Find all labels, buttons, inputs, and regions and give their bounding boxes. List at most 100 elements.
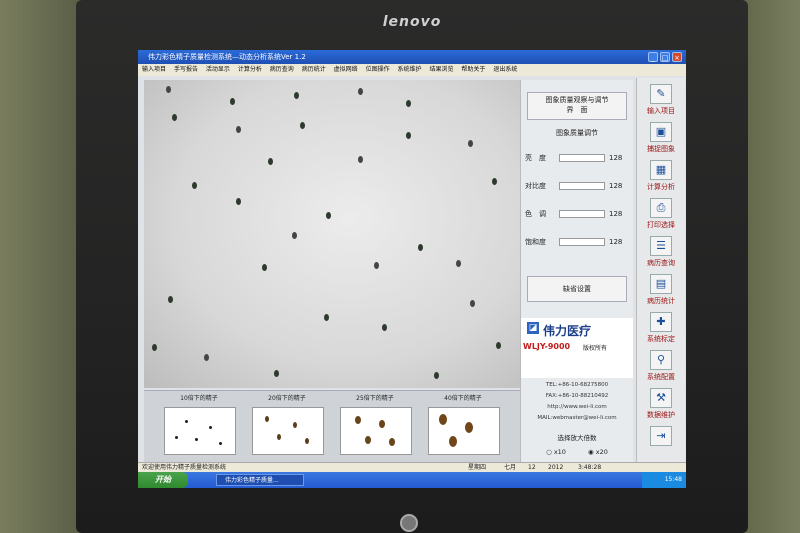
sperm-cell xyxy=(456,260,461,267)
thumbnail-image xyxy=(164,407,236,455)
panel-header: 图象质量观察与调节 界 面 xyxy=(527,92,627,120)
saturation-control[interactable]: 饱和度 128 xyxy=(525,234,629,250)
thumbnail-label: 10倍下的精子 xyxy=(180,395,218,402)
image-quality-panel: 图象质量观察与调节 界 面 图象质量调节 亮 度 128 对比度 128 色 调… xyxy=(520,80,633,462)
default-settings-button[interactable]: 缺省设置 xyxy=(527,276,627,302)
sperm-cell xyxy=(236,126,241,133)
zoom-selector: 选择放大倍数 ○ x10 ◉ x20 xyxy=(521,432,633,456)
hue-slider[interactable] xyxy=(559,210,605,218)
menu-bitmap[interactable]: 位图操作 xyxy=(366,66,390,73)
contact-info: TEL:+86-10-68275800 FAX:+86-10-88210492 … xyxy=(521,380,633,424)
sperm-cell xyxy=(406,100,411,107)
sperm-cell xyxy=(294,92,299,99)
contact-fax: FAX:+86-10-88210492 xyxy=(545,393,609,399)
microscope-viewer[interactable] xyxy=(144,80,520,388)
window-title: 伟力彩色精子质量检测系统—动态分析系统Ver 1.2 xyxy=(148,53,306,61)
start-button[interactable]: 开始 xyxy=(138,472,188,488)
toolbar-records[interactable]: ☰ 病历查询 xyxy=(639,234,683,270)
toolbar-maintenance[interactable]: ⚒ 数据维护 xyxy=(639,386,683,422)
menu-results[interactable]: 结果浏览 xyxy=(429,66,453,73)
zoom-radio-x10-icon[interactable]: ○ xyxy=(546,448,552,456)
taskbar-app-button[interactable]: 伟力彩色精子质量... xyxy=(216,474,304,486)
stats-icon: ▤ xyxy=(650,274,672,294)
brightness-slider[interactable] xyxy=(559,154,605,162)
system-tray-clock: 15:48 xyxy=(642,472,686,488)
thumbnail-label: 40倍下的精子 xyxy=(444,395,482,402)
toolbar-print[interactable]: ⎙ 打印选择 xyxy=(639,196,683,232)
menu-records[interactable]: 病历查询 xyxy=(270,66,294,73)
thumbnail-label: 20倍下的精子 xyxy=(268,395,306,402)
control-label: 色 调 xyxy=(525,210,546,218)
menu-report[interactable]: 手写报告 xyxy=(174,66,198,73)
menu-system[interactable]: 系统维护 xyxy=(398,66,422,73)
zoom-option-x20[interactable]: x20 xyxy=(596,448,608,456)
sperm-cell xyxy=(236,198,241,205)
toolbar-stats[interactable]: ▤ 病历统计 xyxy=(639,272,683,308)
exit-icon: ⇥ xyxy=(650,426,672,446)
thumbnail-40x[interactable]: 40倍下的精子 xyxy=(424,393,502,459)
minimize-button[interactable]: _ xyxy=(648,52,658,62)
zoom-option-x10[interactable]: x10 xyxy=(554,448,566,456)
menu-live[interactable]: 活动显示 xyxy=(206,66,230,73)
zoom-radio-x20-icon[interactable]: ◉ xyxy=(588,448,594,456)
contact-web: http://www.wei-li.com xyxy=(547,404,607,410)
contrast-slider[interactable] xyxy=(559,182,605,190)
monitor-brand: lenovo xyxy=(382,14,442,30)
toolbar-calibrate[interactable]: ✚ 系统标定 xyxy=(639,310,683,346)
menu-input[interactable]: 输入项目 xyxy=(142,66,166,73)
contrast-control[interactable]: 对比度 128 xyxy=(525,178,629,194)
sperm-cell xyxy=(468,140,473,147)
calc-icon: ▦ xyxy=(650,160,672,180)
sperm-cell xyxy=(418,244,423,251)
menu-help[interactable]: 帮助关于 xyxy=(461,66,485,73)
toolbar-input-project[interactable]: ✎ 输入项目 xyxy=(639,82,683,118)
sperm-cell xyxy=(192,182,197,189)
sperm-cell xyxy=(326,212,331,219)
control-value: 128 xyxy=(609,210,623,218)
sperm-cell xyxy=(382,324,387,331)
close-button[interactable]: × xyxy=(672,52,682,62)
sperm-cell xyxy=(358,156,363,163)
logo-mark-icon: ◪ xyxy=(527,322,539,334)
thumbnail-10x[interactable]: 10倍下的精子 xyxy=(160,393,238,459)
toolbar-exit[interactable]: ⇥ xyxy=(639,424,683,460)
camera-icon: ▣ xyxy=(650,122,672,142)
sperm-cell xyxy=(230,98,235,105)
sperm-cell xyxy=(268,158,273,165)
toolbar-capture[interactable]: ▣ 捕捉图象 xyxy=(639,120,683,156)
right-toolbar: ✎ 输入项目 ▣ 捕捉图象 ▦ 计算分析 ⎙ 打印选择 ☰ 病历查询 ▤ 病历统计 ✚ 系统标… xyxy=(636,78,685,462)
brightness-control[interactable]: 亮 度 128 xyxy=(525,150,629,166)
maximize-button[interactable]: □ xyxy=(660,52,670,62)
sperm-cell xyxy=(166,86,171,93)
control-value: 128 xyxy=(609,238,623,246)
taskbar: 开始 伟力彩色精子质量... 15:48 xyxy=(138,472,686,488)
thumbnail-image xyxy=(252,407,324,455)
sperm-cell xyxy=(492,178,497,185)
sperm-cell xyxy=(406,132,411,139)
menu-stats[interactable]: 病历统计 xyxy=(302,66,326,73)
sperm-cell xyxy=(496,342,501,349)
menu-analysis[interactable]: 计算分析 xyxy=(238,66,262,73)
thumbnail-image xyxy=(428,407,500,455)
thumbnail-25x[interactable]: 25倍下的精子 xyxy=(336,393,414,459)
records-icon: ☰ xyxy=(650,236,672,256)
control-label: 饱和度 xyxy=(525,238,546,246)
toolbar-config[interactable]: ⚲ 系统配置 xyxy=(639,348,683,384)
sperm-cell xyxy=(374,262,379,269)
menu-exit[interactable]: 退出系统 xyxy=(493,66,517,73)
saturation-slider[interactable] xyxy=(559,238,605,246)
config-icon: ⚲ xyxy=(650,350,672,370)
hue-control[interactable]: 色 调 128 xyxy=(525,206,629,222)
menu-network[interactable]: 虚拟网络 xyxy=(334,66,358,73)
brand-rights: 版权所有 xyxy=(583,345,608,352)
thumbnail-20x[interactable]: 20倍下的精子 xyxy=(248,393,326,459)
control-label: 亮 度 xyxy=(525,154,546,162)
toolbar-analysis[interactable]: ▦ 计算分析 xyxy=(639,158,683,194)
brand-model: WLJY-9000 xyxy=(523,342,571,351)
sperm-cell xyxy=(324,314,329,321)
sperm-cell xyxy=(168,296,173,303)
brand-logo: ◪ 伟力医疗 WLJY-9000 版权所有 xyxy=(521,318,633,378)
power-button[interactable] xyxy=(400,514,418,532)
screen: 伟力彩色精子质量检测系统—动态分析系统Ver 1.2 _ □ × 输入项目 手写… xyxy=(138,50,686,488)
sperm-cell xyxy=(470,300,475,307)
